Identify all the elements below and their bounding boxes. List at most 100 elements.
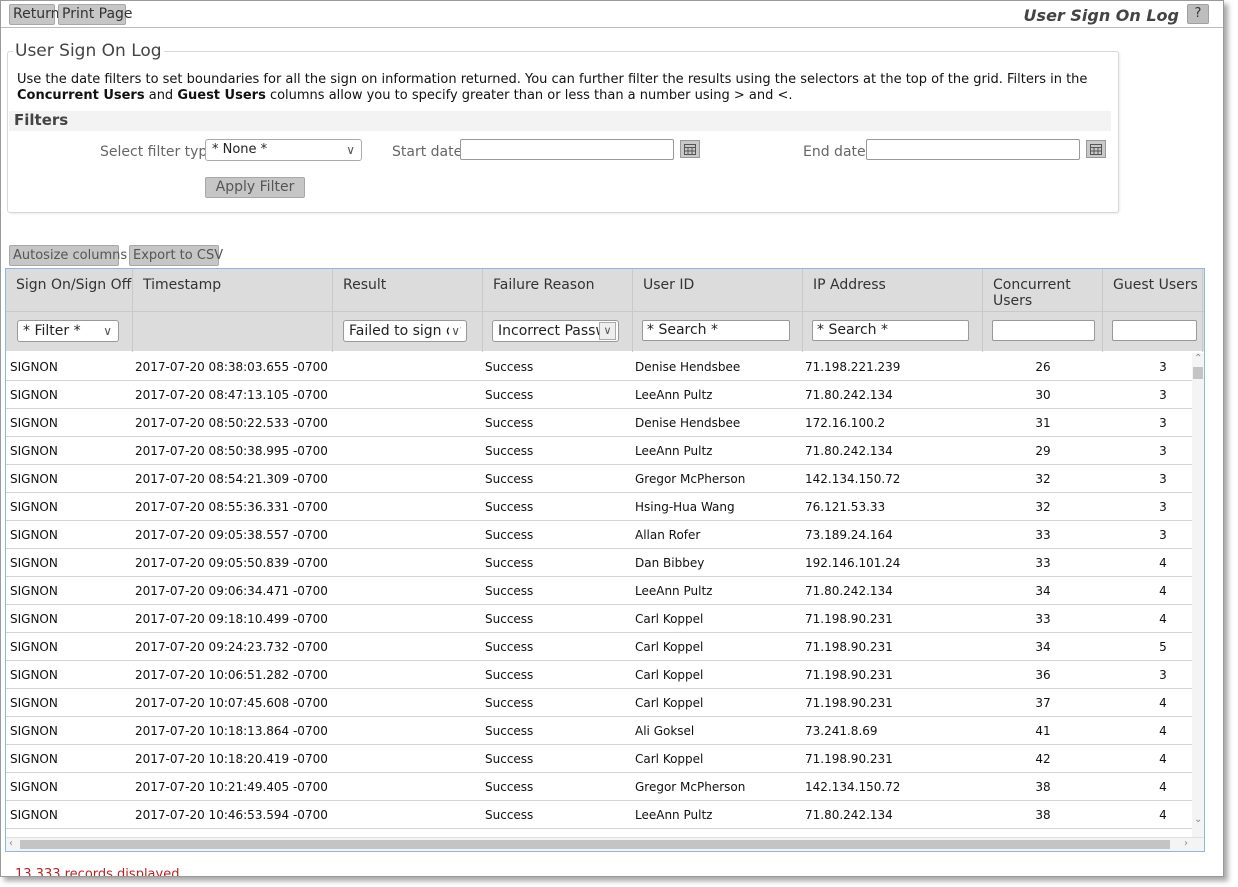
cell-ip-address: 192.146.101.24 bbox=[805, 556, 901, 570]
concurrent-users-filter-input[interactable] bbox=[992, 320, 1095, 341]
table-row[interactable]: SIGNON 2017-07-20 10:46:53.594 -0700 Succe… bbox=[6, 801, 1192, 829]
cell-guest-users: 3 bbox=[1159, 500, 1167, 514]
table-row[interactable]: SIGNON 2017-07-20 10:06:51.282 -0700 Succe… bbox=[6, 661, 1192, 689]
horizontal-scroll-thumb[interactable] bbox=[20, 840, 1170, 849]
table-row[interactable]: SIGNON 2017-07-20 10:07:45.608 -0700 Succe… bbox=[6, 689, 1192, 717]
cell-timestamp: 2017-07-20 09:24:23.732 -0700 bbox=[135, 640, 328, 654]
scroll-up-icon[interactable]: ⌃ bbox=[1194, 353, 1202, 364]
end-date-input[interactable] bbox=[866, 139, 1080, 160]
horizontal-scrollbar[interactable]: ‹ › bbox=[6, 837, 1204, 851]
cell-concurrent-users: 33 bbox=[1035, 612, 1051, 626]
autosize-columns-button[interactable]: Autosize columns bbox=[9, 245, 127, 266]
cell-guest-users: 3 bbox=[1159, 668, 1167, 682]
filters-header-bar bbox=[9, 111, 1111, 131]
column-header-sign-on-off[interactable]: Sign On/Sign Off bbox=[6, 269, 133, 311]
cell-guest-users: 4 bbox=[1159, 808, 1167, 822]
cell-ip-address: 71.80.242.134 bbox=[805, 388, 893, 402]
table-row[interactable]: SIGNON 2017-07-20 10:18:20.419 -0700 Succe… bbox=[6, 745, 1192, 773]
filter-type-select[interactable]: * None * ∨ bbox=[205, 139, 362, 161]
table-row[interactable]: SIGNON 2017-07-20 09:05:50.839 -0700 Succe… bbox=[6, 549, 1192, 577]
result-filter-select[interactable]: Failed to sign or ∨ bbox=[343, 320, 467, 342]
desc-text-1: Use the date filters to set boundaries f… bbox=[17, 72, 1088, 87]
ip-address-search-input[interactable]: * Search * bbox=[812, 320, 969, 341]
scroll-right-icon[interactable]: › bbox=[1184, 838, 1188, 849]
desc-text-2: and bbox=[144, 88, 178, 103]
cell-guest-users: 4 bbox=[1159, 556, 1167, 570]
cell-ip-address: 71.198.221.239 bbox=[805, 360, 901, 374]
cell-sign-on-off: SIGNON bbox=[10, 444, 58, 458]
help-button[interactable]: ? bbox=[1187, 4, 1209, 24]
table-row[interactable]: SIGNON 2017-07-20 09:05:38.557 -0700 Succe… bbox=[6, 521, 1192, 549]
cell-concurrent-users: 26 bbox=[1035, 360, 1051, 374]
table-row[interactable]: SIGNON 2017-07-20 10:18:13.864 -0700 Succe… bbox=[6, 717, 1192, 745]
cell-result bbox=[337, 661, 477, 689]
table-row[interactable]: SIGNON 2017-07-20 08:50:22.533 -0700 Succe… bbox=[6, 409, 1192, 437]
records-count: 13,333 records displayed bbox=[15, 867, 180, 877]
cell-failure-reason: Success bbox=[485, 472, 534, 486]
cell-concurrent-users: 38 bbox=[1035, 808, 1051, 822]
start-date-label: Start date bbox=[392, 144, 463, 160]
export-csv-button[interactable]: Export to CSV bbox=[129, 245, 223, 266]
return-button[interactable]: Return bbox=[9, 4, 59, 25]
cell-sign-on-off: SIGNON bbox=[10, 668, 58, 682]
column-header-timestamp[interactable]: Timestamp bbox=[133, 269, 333, 311]
cell-timestamp: 2017-07-20 09:06:34.471 -0700 bbox=[135, 584, 328, 598]
user-id-search-input[interactable]: * Search * bbox=[642, 320, 790, 341]
cell-sign-on-off: SIGNON bbox=[10, 808, 58, 822]
cell-failure-reason: Success bbox=[485, 612, 534, 626]
cell-sign-on-off: SIGNON bbox=[10, 612, 58, 626]
page-title: User Sign On Log bbox=[1023, 6, 1179, 25]
guest-users-filter-input[interactable] bbox=[1112, 320, 1197, 341]
column-header-concurrent-users[interactable]: Concurrent Users bbox=[983, 269, 1103, 311]
cell-guest-users: 4 bbox=[1159, 724, 1167, 738]
cell-result bbox=[337, 493, 477, 521]
cell-timestamp: 2017-07-20 09:18:10.499 -0700 bbox=[135, 612, 328, 626]
table-row[interactable]: SIGNON 2017-07-20 09:06:34.471 -0700 Succe… bbox=[6, 577, 1192, 605]
filter-type-value: * None * bbox=[212, 142, 268, 157]
column-header-guest-users[interactable]: Guest Users bbox=[1103, 269, 1203, 311]
start-date-calendar-icon[interactable] bbox=[680, 140, 700, 158]
table-row[interactable]: SIGNON 2017-07-20 09:24:23.732 -0700 Succe… bbox=[6, 633, 1192, 661]
cell-user-id: Carl Koppel bbox=[635, 640, 704, 654]
cell-timestamp: 2017-07-20 09:05:50.839 -0700 bbox=[135, 556, 328, 570]
table-row[interactable]: SIGNON 2017-07-20 08:38:03.655 -0700 Succe… bbox=[6, 353, 1192, 381]
cell-failure-reason: Success bbox=[485, 640, 534, 654]
chevron-down-icon: ∨ bbox=[599, 322, 616, 340]
cell-timestamp: 2017-07-20 10:18:20.419 -0700 bbox=[135, 752, 328, 766]
table-row[interactable]: SIGNON 2017-07-20 08:55:36.331 -0700 Succe… bbox=[6, 493, 1192, 521]
sign-on-off-filter-value: * Filter * bbox=[23, 323, 81, 339]
scroll-down-icon[interactable]: ⌄ bbox=[1194, 814, 1202, 825]
failure-reason-filter-select[interactable]: Incorrect Passw ∨ bbox=[492, 320, 619, 342]
apply-filter-button[interactable]: Apply Filter bbox=[205, 177, 305, 198]
table-row[interactable]: SIGNON 2017-07-20 08:54:21.309 -0700 Succe… bbox=[6, 465, 1192, 493]
cell-user-id: Carl Koppel bbox=[635, 696, 704, 710]
table-row[interactable]: SIGNON 2017-07-20 08:50:38.995 -0700 Succe… bbox=[6, 437, 1192, 465]
table-row[interactable]: SIGNON 2017-07-20 09:18:10.499 -0700 Succe… bbox=[6, 605, 1192, 633]
scroll-left-icon[interactable]: ‹ bbox=[9, 838, 13, 849]
column-header-user-id[interactable]: User ID bbox=[633, 269, 803, 311]
cell-concurrent-users: 30 bbox=[1035, 388, 1051, 402]
print-page-button[interactable]: Print Page bbox=[58, 4, 133, 25]
cell-result bbox=[337, 577, 477, 605]
cell-user-id: Denise Hendsbee bbox=[635, 360, 741, 374]
start-date-input[interactable] bbox=[460, 139, 674, 160]
cell-failure-reason: Success bbox=[485, 444, 534, 458]
cell-result bbox=[337, 465, 477, 493]
cell-sign-on-off: SIGNON bbox=[10, 696, 58, 710]
cell-user-id: LeeAnn Pultz bbox=[635, 388, 713, 402]
table-row[interactable]: SIGNON 2017-07-20 10:21:49.405 -0700 Succe… bbox=[6, 773, 1192, 801]
column-header-failure-reason[interactable]: Failure Reason bbox=[483, 269, 633, 311]
end-date-calendar-icon[interactable] bbox=[1086, 140, 1106, 158]
cell-ip-address: 71.80.242.134 bbox=[805, 808, 893, 822]
vertical-scroll-thumb[interactable] bbox=[1193, 367, 1203, 379]
cell-failure-reason: Success bbox=[485, 500, 534, 514]
cell-timestamp: 2017-07-20 10:06:51.282 -0700 bbox=[135, 668, 328, 682]
vertical-scrollbar[interactable]: ⌃ ⌄ bbox=[1192, 353, 1204, 839]
column-header-ip-address[interactable]: IP Address bbox=[803, 269, 983, 311]
table-row[interactable]: SIGNON 2017-07-20 08:47:13.105 -0700 Succe… bbox=[6, 381, 1192, 409]
filter-type-label: Select filter type bbox=[100, 144, 216, 160]
cell-sign-on-off: SIGNON bbox=[10, 416, 58, 430]
column-header-result[interactable]: Result bbox=[333, 269, 483, 311]
sign-on-off-filter-select[interactable]: * Filter * ∨ bbox=[17, 320, 119, 342]
cell-guest-users: 4 bbox=[1159, 612, 1167, 626]
